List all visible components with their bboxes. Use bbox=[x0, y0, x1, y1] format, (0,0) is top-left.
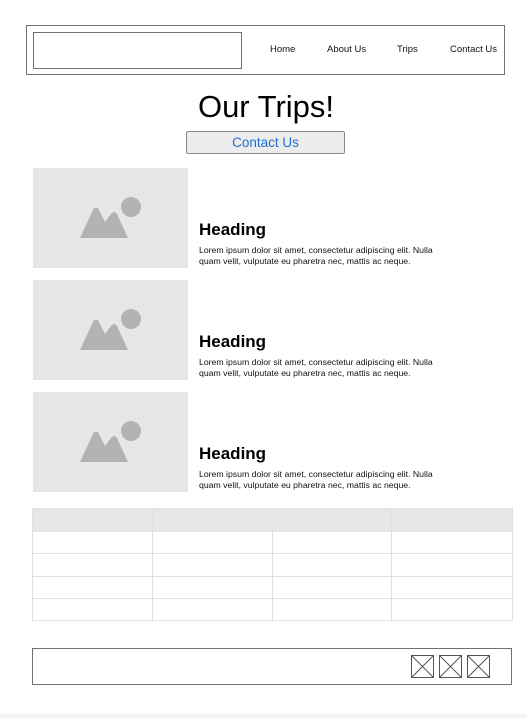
placeholder-icon[interactable] bbox=[467, 655, 490, 678]
table-row bbox=[32, 553, 513, 577]
table-row bbox=[32, 597, 513, 622]
card-text: Lorem ipsum dolor sit amet, consectetur … bbox=[199, 469, 433, 490]
placeholder-icon[interactable] bbox=[439, 655, 462, 678]
table-header-cell bbox=[152, 507, 392, 533]
page-title: Our Trips! bbox=[197, 89, 335, 124]
contact-us-button[interactable]: Contact Us bbox=[186, 131, 345, 154]
nav-about-us[interactable]: About Us bbox=[327, 44, 366, 55]
table-cell bbox=[32, 531, 153, 555]
table-cell bbox=[391, 531, 513, 555]
image-placeholder-icon bbox=[80, 309, 141, 350]
table-header-row bbox=[32, 507, 513, 533]
image-placeholder-icon bbox=[80, 421, 141, 462]
nav-home[interactable]: Home bbox=[270, 44, 295, 55]
table-row bbox=[32, 575, 513, 599]
table-cell bbox=[272, 531, 392, 555]
nav-trips[interactable]: Trips bbox=[397, 44, 418, 55]
table-header-cell bbox=[391, 507, 513, 533]
table-cell bbox=[272, 575, 392, 599]
table-cell bbox=[152, 531, 273, 555]
nav-contact-us[interactable]: Contact Us bbox=[450, 44, 497, 55]
site-header: Home About Us Trips Contact Us bbox=[26, 25, 505, 75]
table-cell bbox=[32, 553, 153, 577]
table-cell bbox=[272, 553, 392, 577]
table-header-cell bbox=[32, 507, 153, 533]
card-text: Lorem ipsum dolor sit amet, consectetur … bbox=[199, 357, 433, 378]
table-cell bbox=[391, 597, 513, 622]
site-footer bbox=[32, 648, 512, 685]
table-cell bbox=[32, 597, 153, 622]
card-heading: Heading bbox=[199, 332, 267, 351]
page-bottom-edge bbox=[0, 714, 527, 718]
image-placeholder-icon bbox=[80, 197, 141, 238]
table-cell bbox=[391, 553, 513, 577]
table-cell bbox=[272, 597, 392, 622]
table-cell bbox=[152, 597, 273, 622]
card-heading: Heading bbox=[199, 220, 267, 239]
placeholder-icon[interactable] bbox=[411, 655, 434, 678]
card-image-placeholder bbox=[33, 168, 188, 268]
card-heading: Heading bbox=[199, 444, 267, 463]
table-row bbox=[32, 531, 513, 555]
table-cell bbox=[152, 575, 273, 599]
table-cell bbox=[391, 575, 513, 599]
card-image-placeholder bbox=[33, 280, 188, 380]
card-image-placeholder bbox=[33, 392, 188, 492]
table-cell bbox=[32, 575, 153, 599]
data-table bbox=[32, 507, 513, 622]
logo-placeholder[interactable] bbox=[33, 32, 242, 69]
card-text: Lorem ipsum dolor sit amet, consectetur … bbox=[199, 245, 433, 266]
table-cell bbox=[152, 553, 273, 577]
